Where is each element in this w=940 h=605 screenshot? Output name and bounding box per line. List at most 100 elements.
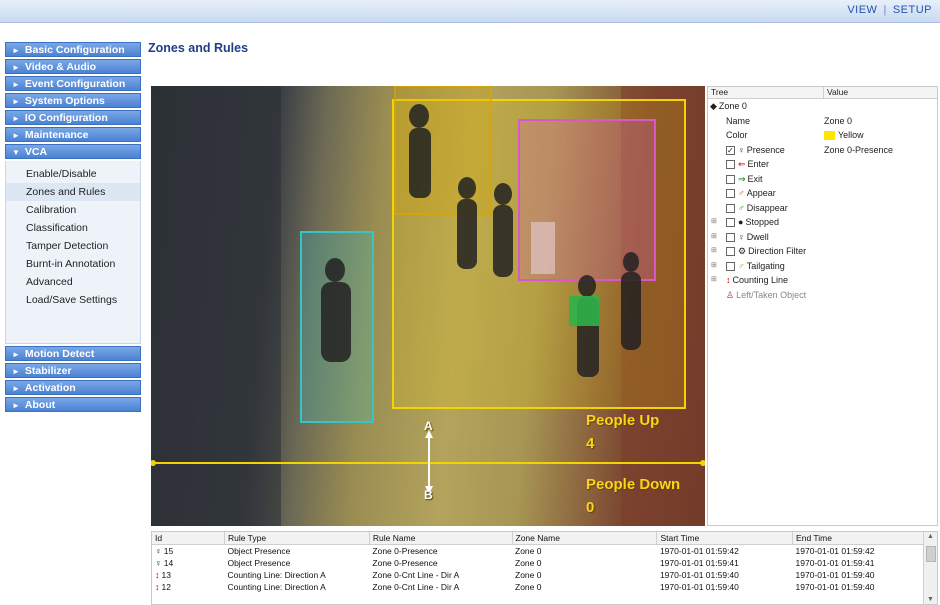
line-label-a: A: [424, 419, 433, 433]
direction-filter-icon: ⚙: [738, 246, 747, 256]
stopped-label: Stopped: [745, 217, 779, 227]
sidebar: ► Basic Configuration ► Video & Audio ► Eve…: [5, 42, 141, 414]
arrow-right-icon: ►: [12, 114, 20, 123]
menu-stabilizer[interactable]: ► Stabilizer: [5, 363, 141, 378]
menu-event-configuration[interactable]: ► Event Configuration: [5, 76, 141, 91]
counting-line-icon: ↕: [155, 582, 160, 592]
tree-row-direction-filter[interactable]: ⊞ ⚙ Direction Filter: [708, 244, 937, 259]
counting-line-icon: ↕: [726, 275, 731, 285]
log-header-end-time[interactable]: End Time: [792, 532, 924, 545]
log-header-start-time[interactable]: Start Time: [656, 532, 794, 545]
scroll-up-icon[interactable]: ▲: [927, 533, 934, 540]
presence-checkbox[interactable]: [726, 144, 735, 158]
tree-row-exit[interactable]: ⇒ Exit: [708, 172, 937, 187]
tree-node-zone[interactable]: ◆ Zone 0: [708, 99, 937, 114]
log-start-time: 1970-01-01 01:59:40: [659, 582, 739, 592]
log-zone-name: Zone 0: [515, 582, 542, 592]
stopped-checkbox[interactable]: [726, 218, 735, 228]
video-view[interactable]: A B People Up 4 People Down 0: [151, 86, 705, 526]
tree-row-color[interactable]: Color Yellow: [708, 128, 937, 143]
log-header-id[interactable]: Id: [152, 532, 225, 545]
submenu-load-save-settings[interactable]: Load/Save Settings: [6, 291, 140, 309]
tree-row-enter[interactable]: ⇐ Enter: [708, 157, 937, 172]
submenu-classification[interactable]: Classification: [6, 219, 140, 237]
direction-filter-checkbox[interactable]: [726, 247, 735, 257]
submenu-enable-disable[interactable]: Enable/Disable: [6, 165, 140, 183]
color-swatch[interactable]: [824, 131, 835, 141]
tree-row-stopped[interactable]: ⊞ ● Stopped: [708, 215, 937, 230]
expand-icon[interactable]: ⊞: [711, 273, 717, 288]
submenu-zones-and-rules[interactable]: Zones and Rules: [6, 183, 140, 201]
arrow-right-icon: ►: [12, 80, 20, 89]
arrow-right-icon: ►: [12, 350, 20, 359]
appear-checkbox[interactable]: [726, 189, 735, 199]
top-bar: VIEW | SETUP: [0, 0, 940, 23]
disappear-checkbox[interactable]: [726, 203, 735, 213]
tailgating-checkbox[interactable]: [726, 261, 735, 271]
name-value[interactable]: Zone 0: [824, 114, 852, 129]
tree-column-header[interactable]: Tree: [708, 87, 824, 98]
expand-icon[interactable]: ⊞: [711, 215, 717, 230]
tree-row-appear[interactable]: ♂ Appear: [708, 186, 937, 201]
menu-io-configuration[interactable]: ► IO Configuration: [5, 110, 141, 125]
tree-row-tailgating[interactable]: ⊞ ♂ Tailgating: [708, 259, 937, 274]
submenu-burnt-in-annotation[interactable]: Burnt-in Annotation: [6, 255, 140, 273]
log-header-rule-type[interactable]: Rule Type: [224, 532, 370, 545]
disappear-label: Disappear: [746, 202, 788, 213]
submenu-calibration[interactable]: Calibration: [6, 201, 140, 219]
tree-row-presence[interactable]: ♀Presence Zone 0-Presence: [708, 143, 937, 158]
dwell-checkbox[interactable]: [726, 232, 735, 242]
menu-system-options[interactable]: ► System Options: [5, 93, 141, 108]
menu-label: Event Configuration: [24, 78, 126, 90]
log-end-time: 1970-01-01 01:59:40: [795, 582, 875, 592]
line-label-b: B: [424, 488, 433, 502]
log-rule-name: Zone 0-Cnt Line - Dir A: [372, 570, 460, 580]
menu-activation[interactable]: ► Activation: [5, 380, 141, 395]
expand-icon[interactable]: ⊞: [711, 259, 717, 274]
value-column-header[interactable]: Value: [824, 87, 848, 98]
presence-icon: ♀: [155, 558, 162, 568]
submenu-advanced[interactable]: Advanced: [6, 273, 140, 291]
people-down-label: People Down: [586, 476, 681, 493]
menu-label: VCA: [24, 146, 48, 158]
enter-checkbox[interactable]: [726, 160, 735, 170]
exit-checkbox[interactable]: [726, 174, 735, 184]
tree-row-disappear[interactable]: ♂ Disappear: [708, 201, 937, 216]
menu-motion-detect[interactable]: ► Motion Detect: [5, 346, 141, 361]
presence-icon: ♀: [155, 546, 162, 556]
log-id: 13: [161, 570, 171, 580]
people-up-count: 4: [586, 435, 595, 452]
menu-vca[interactable]: ▼ VCA: [5, 144, 141, 159]
rules-tree-panel: Tree Value ◆ Zone 0 Name Zone 0 Color Yel…: [707, 86, 938, 526]
tree-row-dwell[interactable]: ⊞ ♀ Dwell: [708, 230, 937, 245]
tree-row-counting-line[interactable]: ⊞ ↕ Counting Line: [708, 273, 937, 288]
nav-separator: |: [883, 4, 887, 16]
tree-row-name[interactable]: Name Zone 0: [708, 114, 937, 129]
scroll-thumb[interactable]: [926, 546, 936, 562]
menu-video-audio[interactable]: ► Video & Audio: [5, 59, 141, 74]
tree-row-left-taken[interactable]: ♙ Left/Taken Object: [708, 288, 937, 303]
arrow-down-icon: ▼: [12, 148, 20, 157]
table-row[interactable]: ↕ 12 Counting Line: Direction A Zone 0-Cn…: [152, 581, 924, 593]
menu-about[interactable]: ► About: [5, 397, 141, 412]
scroll-down-icon[interactable]: ▼: [927, 596, 934, 603]
menu-maintenance[interactable]: ► Maintenance: [5, 127, 141, 142]
expand-icon[interactable]: ⊞: [711, 230, 717, 245]
menu-basic-configuration[interactable]: ► Basic Configuration: [5, 42, 141, 57]
table-row[interactable]: ↕ 13 Counting Line: Direction A Zone 0-Cn…: [152, 569, 924, 581]
enter-icon: ⇐: [738, 159, 746, 169]
log-zone-name: Zone 0: [515, 570, 542, 580]
log-scrollbar[interactable]: ▲ ▼: [923, 532, 937, 604]
table-row[interactable]: ♀ 15 Object Presence Zone 0-Presence Zone…: [152, 545, 924, 558]
table-row[interactable]: ♀ 14 Object Presence Zone 0-Presence Zone…: [152, 557, 924, 569]
menu-label: Activation: [24, 382, 76, 394]
zone-icon: ◆: [710, 101, 717, 111]
submenu-tamper-detection[interactable]: Tamper Detection: [6, 237, 140, 255]
exit-icon: ⇒: [738, 173, 746, 184]
log-header-zone-name[interactable]: Zone Name: [512, 532, 658, 545]
log-header-rule-name[interactable]: Rule Name: [369, 532, 513, 545]
expand-icon[interactable]: ⊞: [711, 244, 717, 259]
enter-label: Enter: [747, 159, 770, 169]
setup-link[interactable]: SETUP: [893, 4, 932, 16]
view-link[interactable]: VIEW: [847, 4, 877, 16]
